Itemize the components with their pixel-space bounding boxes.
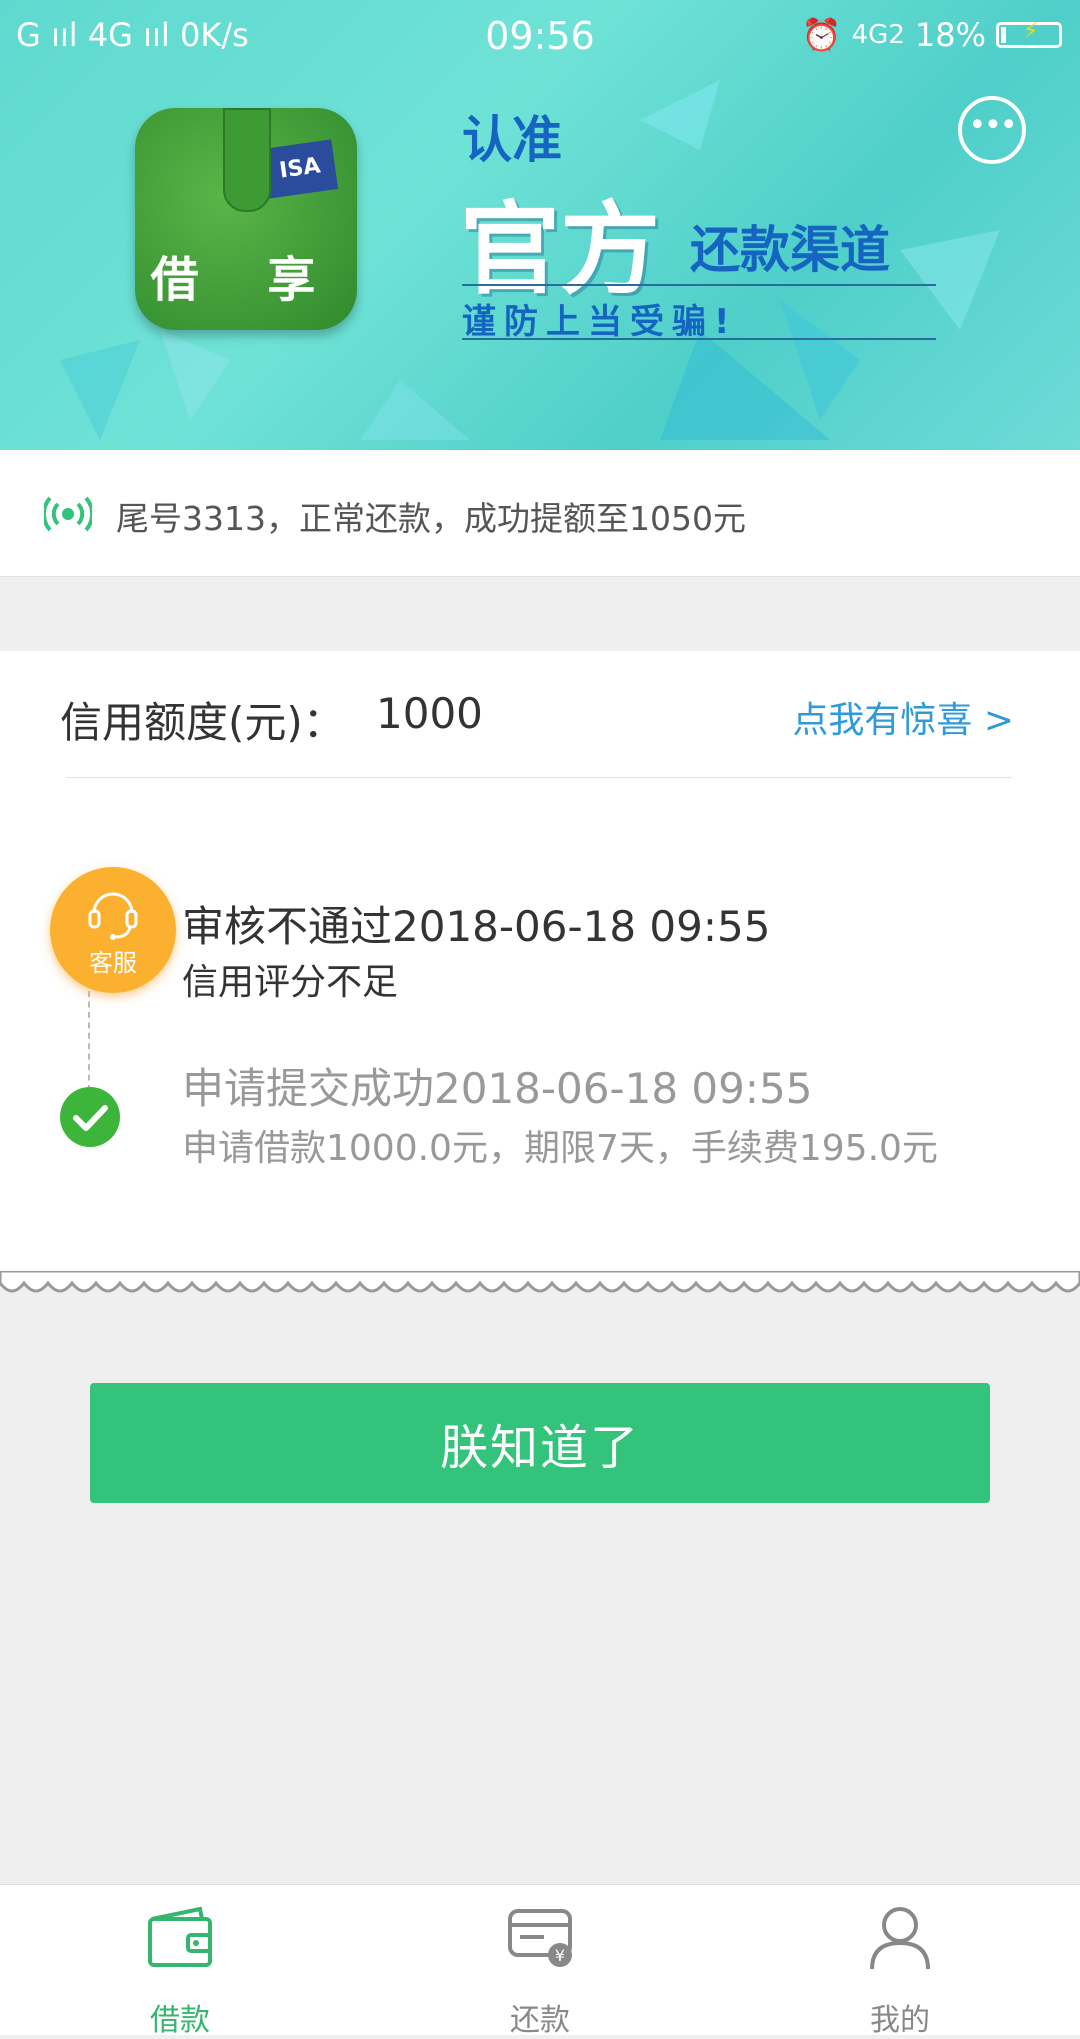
slogan-line3: 还款渠道 <box>690 221 890 279</box>
headset-icon <box>88 892 138 940</box>
check-icon <box>60 1087 120 1147</box>
credit-label: 信用额度(元)： <box>60 698 345 747</box>
status-bar: G ııl 4G ııl 0K/s 09:56 ⏰ 4G2 18% ⚡ <box>0 0 1080 72</box>
logo-flap <box>223 108 271 212</box>
status-battery-text: 18% <box>914 16 986 54</box>
credit-card: 信用额度(元)： 1000 点我有惊喜 > 客服 审核不通过2018-06-18… <box>0 651 1080 1281</box>
customer-service-label: 客服 <box>89 949 137 977</box>
top-banner: G ııl 4G ııl 0K/s 09:56 ⏰ 4G2 18% ⚡ ISA … <box>0 0 1080 450</box>
credit-divider <box>66 777 1012 778</box>
app-logo: ISA 借 享 <box>135 108 357 330</box>
zigzag-edge <box>0 1271 1080 1293</box>
tab-repay-label: 还款 <box>510 2003 570 2038</box>
confirm-button[interactable]: 朕知道了 <box>90 1383 990 1503</box>
tab-bar: 借款 ¥ 还款 我的 <box>0 1884 1080 2038</box>
timeline-connector <box>88 991 90 1091</box>
event-rejected-reason: 信用评分不足 <box>182 962 399 1003</box>
card-yuan-icon: ¥ <box>508 1909 572 1967</box>
event-rejected-title: 审核不通过2018-06-18 09:55 <box>182 902 771 951</box>
broadcast-icon <box>44 496 92 532</box>
slogan-divider-bottom <box>462 338 936 340</box>
notice-bar: 尾号3313，正常还款，成功提额至1050元 <box>0 450 1080 577</box>
notice-text: 尾号3313，正常还款，成功提额至1050元 <box>116 499 746 538</box>
slogan-line4: 谨防上当受骗! <box>462 302 738 342</box>
logo-card: ISA <box>261 139 339 199</box>
tab-repay[interactable]: ¥ 还款 <box>360 1885 720 2038</box>
chat-bubble-icon[interactable]: ••• <box>958 96 1026 164</box>
event-submitted-detail: 申请借款1000.0元，期限7天，手续费195.0元 <box>182 1128 938 1169</box>
battery-icon: ⚡ <box>996 19 1062 48</box>
customer-service-button[interactable]: 客服 <box>50 867 176 993</box>
tab-mine-label: 我的 <box>870 2003 930 2038</box>
status-right: ⏰ 4G2 18% ⚡ <box>802 16 1062 54</box>
alarm-icon: ⏰ <box>801 16 842 54</box>
wallet-icon <box>148 1906 212 1967</box>
user-icon <box>870 1907 930 1970</box>
slogan-line2: 官方 <box>460 191 660 308</box>
surprise-link[interactable]: 点我有惊喜 > <box>792 691 1014 743</box>
status-network: 4G2 <box>851 20 905 50</box>
slogan-divider <box>462 284 936 286</box>
credit-value: 1000 <box>376 689 483 738</box>
event-submitted-title: 申请提交成功2018-06-18 09:55 <box>182 1064 813 1113</box>
svg-text:¥: ¥ <box>555 1946 565 1965</box>
logo-app-name: 借 享 <box>150 252 342 308</box>
tab-borrow[interactable]: 借款 <box>0 1885 360 2038</box>
slogan-line1: 认准 <box>462 111 562 169</box>
tab-borrow-label: 借款 <box>150 2003 210 2038</box>
tab-mine[interactable]: 我的 <box>720 1885 1080 2038</box>
